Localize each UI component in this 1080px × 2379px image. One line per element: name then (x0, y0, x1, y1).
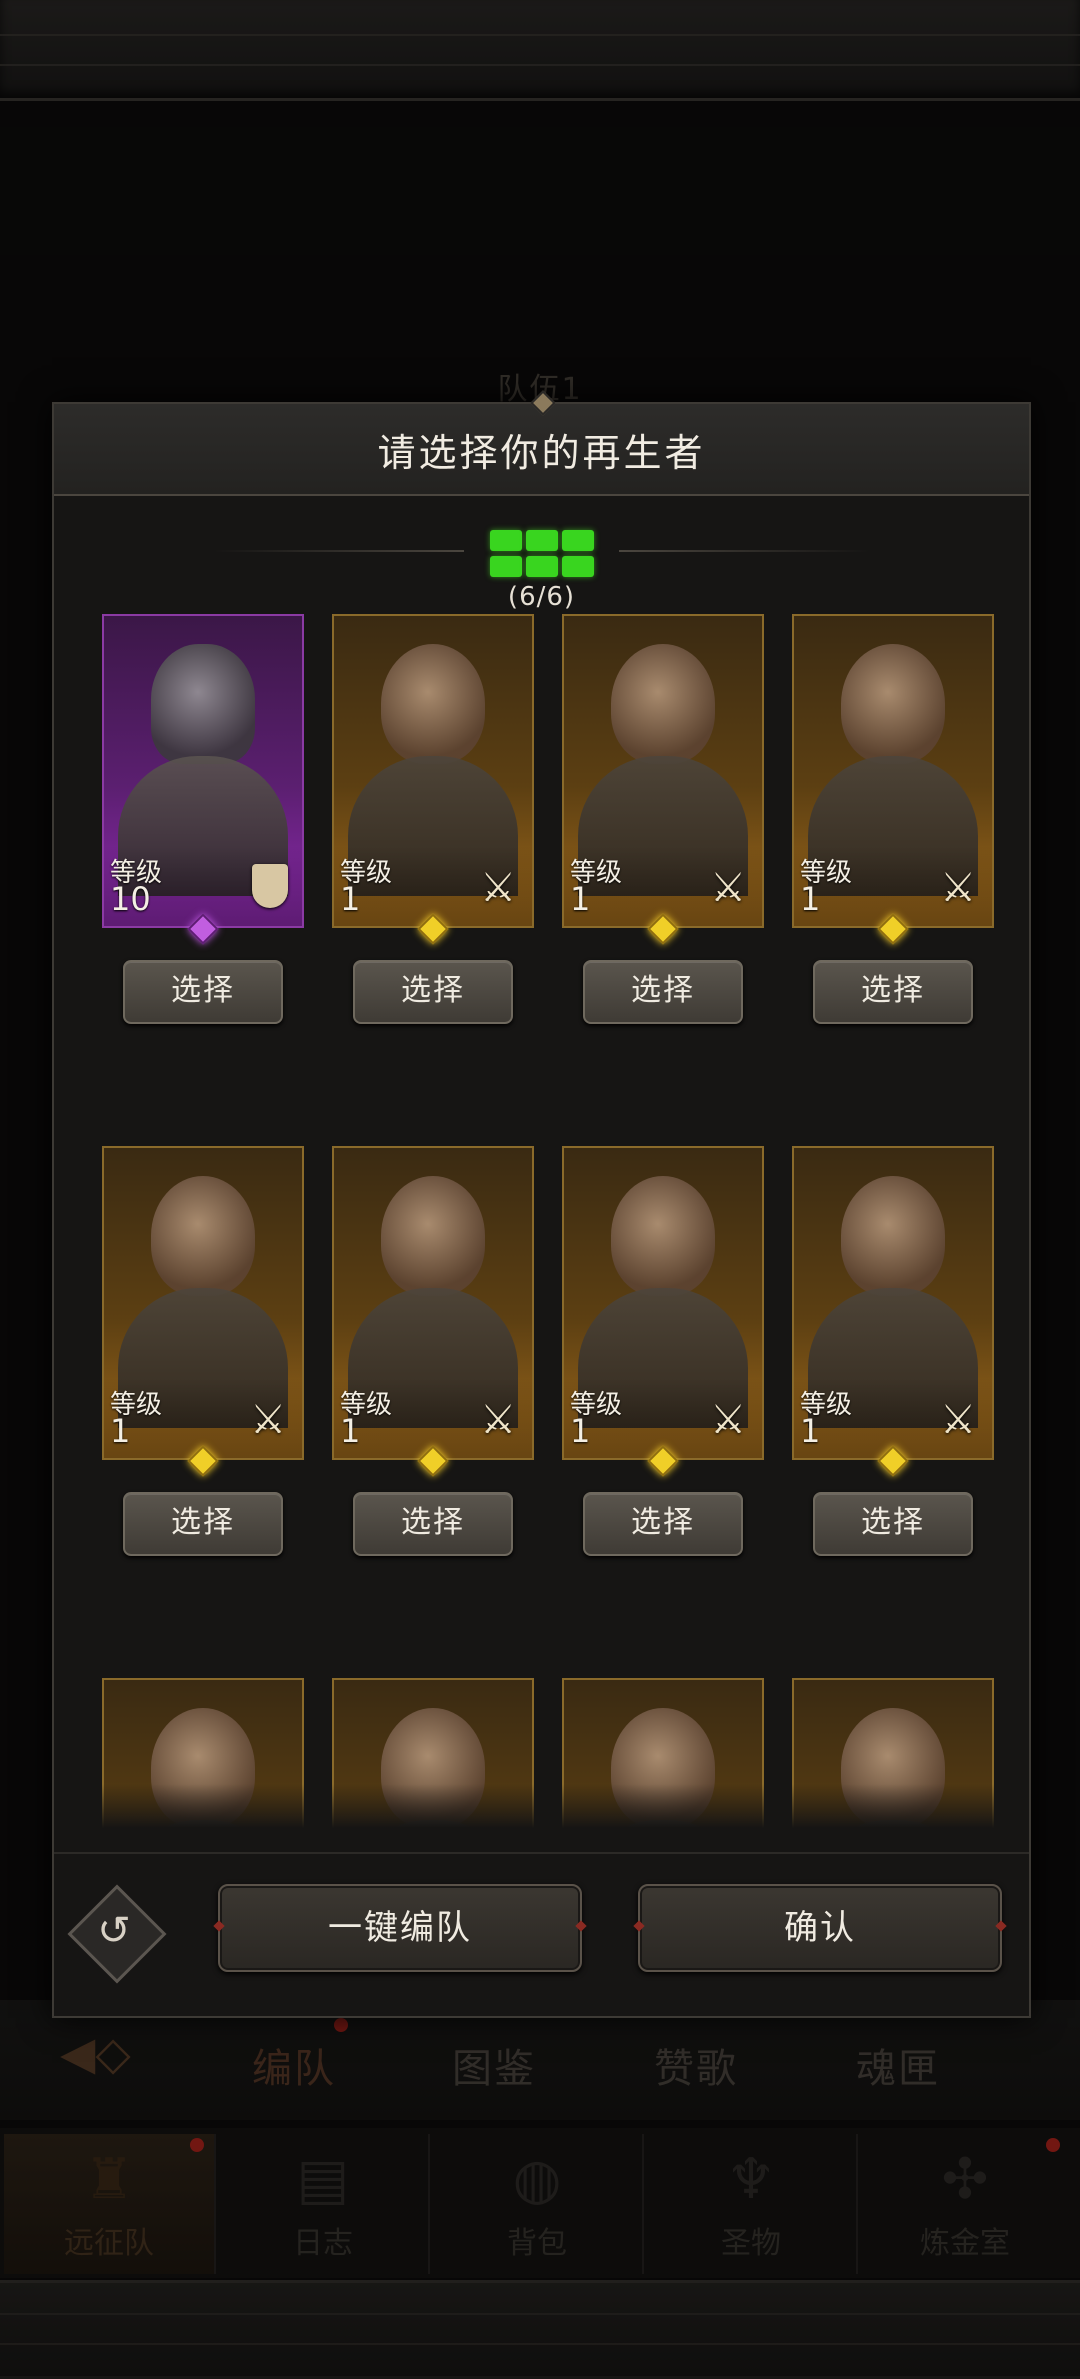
character-grid[interactable]: 等级 10 选择 等级 1 ⚔ 选择 等级 1 ⚔ 选择 等级 1 ⚔ 选择 等级 1 ⚔ 选择 等级 1 ⚔ 选择 等级 1 ⚔… (54, 614, 1029, 1828)
tab-formation[interactable]: 编队 (252, 2036, 336, 2094)
notification-dot (334, 2018, 348, 2032)
alchemy-icon: ✣ (941, 2147, 989, 2212)
nav-label: 圣物 (721, 2226, 781, 2261)
shield-icon (252, 864, 288, 908)
character-card[interactable]: 等级 1 ⚔ (792, 1146, 994, 1460)
sword-icon: ⚔ (710, 1397, 746, 1443)
character-portrait (381, 1176, 485, 1296)
team-slots-icon (490, 530, 594, 578)
nav-label: 炼金室 (920, 2226, 1010, 2261)
nav-label: 远征队 (64, 2226, 154, 2261)
level-value: 10 (110, 880, 151, 918)
nav-expedition[interactable]: ♜ 远征队 (4, 2134, 216, 2274)
character-card[interactable]: 等级 1 ⚔ (332, 1146, 534, 1460)
nav-alchemy[interactable]: ✣ 炼金室 (860, 2134, 1070, 2274)
top-ornament (0, 34, 1080, 66)
bag-icon: ◍ (512, 2147, 562, 2212)
footer-divider (54, 1852, 1029, 1854)
level-value: 1 (800, 1412, 821, 1450)
nav-relics[interactable]: ♆ 圣物 (646, 2134, 858, 2274)
character-portrait (151, 644, 255, 764)
select-button[interactable]: 选择 (583, 1492, 743, 1556)
undo-icon[interactable]: ↺ (82, 1899, 146, 1963)
scroll-icon: ▤ (296, 2147, 350, 2212)
character-card[interactable]: 等级 1 ⚔ (792, 614, 994, 928)
select-button[interactable]: 选择 (583, 960, 743, 1024)
bottom-ornament (0, 2313, 1080, 2345)
select-button[interactable]: 选择 (123, 960, 283, 1024)
sword-icon: ⚔ (940, 1397, 976, 1443)
character-card[interactable]: 等级 1 ⚔ (562, 614, 764, 928)
nav-journal[interactable]: ▤ 日志 (218, 2134, 430, 2274)
auto-team-button[interactable]: 一键编队 (218, 1884, 582, 1972)
select-regenerator-modal: 请选择你的再生者 (6/6) 等级 10 选择 等级 1 ⚔ 选择 等级 1 ⚔ 选择 等级 1 ⚔ 选择等… (52, 390, 1031, 2018)
character-portrait (841, 1176, 945, 1296)
divider-left (214, 550, 464, 552)
character-card[interactable]: 等级 1 ⚔ (332, 614, 534, 928)
level-value: 1 (340, 880, 361, 918)
level-value: 1 (340, 1412, 361, 1450)
character-card[interactable]: 等级 10 (102, 614, 304, 928)
level-value: 1 (800, 880, 821, 918)
nav-backpack[interactable]: ◍ 背包 (432, 2134, 644, 2274)
character-portrait (611, 644, 715, 764)
level-value: 1 (570, 1412, 591, 1450)
nav-label: 背包 (507, 2226, 567, 2261)
back-arrow-icon[interactable]: ◀◇ (60, 2026, 180, 2080)
sword-icon: ⚔ (250, 1397, 286, 1443)
scroll-fade (54, 1784, 1029, 1828)
tab-hymn[interactable]: 赞歌 (654, 2036, 738, 2094)
select-button[interactable]: 选择 (123, 1492, 283, 1556)
helmet-icon: ♜ (83, 2147, 135, 2212)
level-value: 1 (110, 1412, 131, 1450)
slots-count: (6/6) (507, 582, 576, 612)
sword-icon: ⚔ (480, 1397, 516, 1443)
modal-title: 请选择你的再生者 (377, 430, 706, 475)
notification-dot (1046, 2138, 1060, 2152)
sword-icon: ⚔ (940, 865, 976, 911)
level-value: 1 (570, 880, 591, 918)
select-button[interactable]: 选择 (813, 1492, 973, 1556)
nav-label: 日志 (293, 2226, 353, 2261)
divider-right (619, 550, 869, 552)
modal-header: 请选择你的再生者 (54, 390, 1029, 496)
character-portrait (151, 1176, 255, 1296)
tab-codex[interactable]: 图鉴 (452, 2036, 536, 2094)
bottom-ornament-bar (0, 2280, 1080, 2379)
select-button[interactable]: 选择 (353, 960, 513, 1024)
sword-icon: ⚔ (480, 865, 516, 911)
character-portrait (611, 1176, 715, 1296)
confirm-button[interactable]: 确认 (638, 1884, 1002, 1972)
select-button[interactable]: 选择 (813, 960, 973, 1024)
notification-dot (190, 2138, 204, 2152)
top-ornament-bar (0, 0, 1080, 101)
character-portrait (381, 644, 485, 764)
torch-icon: ♆ (725, 2147, 777, 2212)
tab-soul-box[interactable]: 魂匣 (856, 2036, 940, 2094)
character-card[interactable]: 等级 1 ⚔ (562, 1146, 764, 1460)
character-portrait (841, 644, 945, 764)
sword-icon: ⚔ (710, 865, 746, 911)
select-button[interactable]: 选择 (353, 1492, 513, 1556)
character-card[interactable]: 等级 1 ⚔ (102, 1146, 304, 1460)
